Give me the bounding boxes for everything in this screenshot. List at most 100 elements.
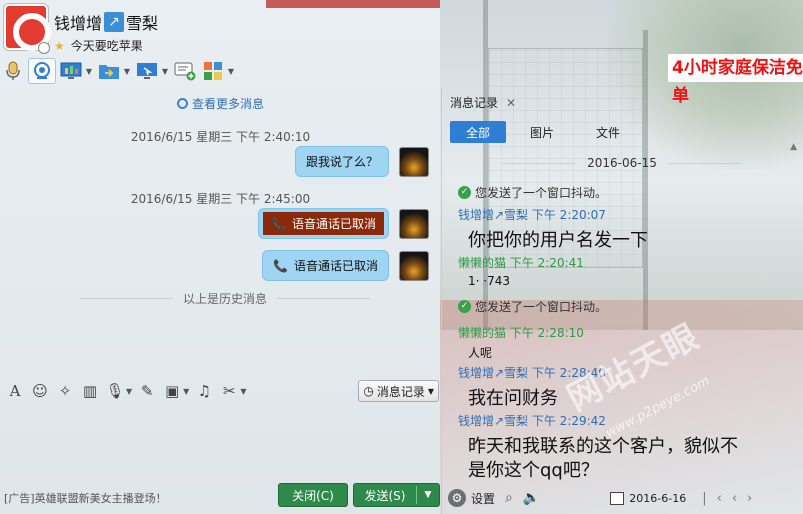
status-text: 今天要吃苹果 — [70, 39, 143, 53]
divider-line — [277, 298, 371, 299]
call-cancelled-bubble[interactable]: 📞 语音通话已取消 — [258, 208, 389, 239]
history-divider: 以上是历史消息 — [80, 290, 371, 307]
history-divider-text: 以上是历史消息 — [183, 292, 268, 306]
contact-remark: 雪梨 — [126, 14, 159, 33]
remote-assist-button[interactable]: ▼ — [134, 58, 170, 84]
avatar[interactable] — [399, 250, 429, 281]
chevron-down-icon[interactable]: ▼ — [126, 387, 132, 396]
contact-avatar[interactable] — [4, 4, 51, 54]
chevron-down-icon[interactable]: ▼ — [160, 67, 170, 76]
monitor-arrow-icon — [134, 59, 160, 83]
view-more-messages-link[interactable]: 查看更多消息 — [0, 95, 441, 112]
avatar[interactable] — [399, 146, 429, 177]
page-navigation[interactable]: |‹‹› — [702, 491, 762, 506]
shake-text: 您发送了一个窗口抖动。 — [475, 186, 608, 200]
scroll-up-arrow[interactable]: ▲ — [790, 142, 797, 152]
message-history-label: 消息记录 — [376, 384, 425, 399]
phone-icon: 📞 — [271, 216, 286, 231]
send-button[interactable]: 发送(S) ▼ — [353, 483, 440, 507]
history-message: 我在问财务 — [468, 388, 558, 409]
contact-title[interactable]: 钱增增 ↗ 雪梨 — [54, 10, 158, 34]
history-message: 人呢 — [468, 346, 493, 360]
tab-message-history[interactable]: 消息记录 ✕ — [450, 94, 516, 111]
date-text: 2016-06-15 — [587, 156, 657, 170]
call-status-text: 语音通话已取消 — [293, 259, 378, 273]
settings-link[interactable]: 设置 — [471, 490, 495, 507]
music-icon[interactable]: ♫ — [193, 380, 215, 402]
voice-message-icon[interactable]: 🎙 — [104, 380, 126, 402]
history-date[interactable]: 2016-6-16 — [629, 492, 686, 505]
calendar-icon[interactable] — [610, 491, 625, 505]
file-transfer-button[interactable]: ▼ — [96, 58, 132, 84]
chevron-down-icon[interactable]: ▼ — [122, 67, 132, 76]
arrow-up-right-icon: ↗ — [104, 12, 125, 32]
send-label: 发送(S) — [364, 488, 406, 503]
history-message: 昨天和我联系的这个客户，貌似不 — [468, 436, 738, 457]
screen-share-button[interactable]: ▼ — [58, 58, 94, 84]
clock-icon — [176, 98, 188, 109]
speaker-icon[interactable]: 🔈 — [523, 490, 540, 506]
message-input[interactable] — [0, 406, 441, 480]
voice-call-button[interactable] — [0, 58, 26, 84]
font-icon[interactable]: A — [4, 380, 26, 402]
filter-images[interactable]: 图片 — [512, 121, 572, 143]
history-message: 你把你的用户名发一下 — [468, 230, 648, 251]
image-icon[interactable]: ▣ — [161, 380, 183, 402]
message-bubble[interactable]: 跟我说了么？ — [294, 146, 389, 177]
ad-banner[interactable]: 4小时家庭保洁免单 — [668, 54, 803, 106]
chat-messages[interactable]: 查看更多消息 2016/6/15 星期三 下午 2:40:10 跟我说了么？ 2… — [0, 88, 441, 376]
search-icon[interactable]: ⌕ — [505, 490, 513, 506]
microphone-icon — [0, 59, 26, 83]
chevron-down-icon[interactable]: ▼ — [240, 387, 246, 396]
shake-notice: ✓ 您发送了一个窗口抖动。 — [458, 298, 607, 315]
tab-label: 消息记录 — [450, 96, 499, 110]
scissors-icon[interactable]: ✂ — [218, 380, 240, 402]
call-status-text: 语音通话已取消 — [291, 217, 376, 231]
history-filters: 全部 图片 文件 — [450, 121, 644, 143]
chevron-down-icon[interactable]: ▼ — [226, 67, 236, 76]
window-shake-icon[interactable]: ▥ — [79, 380, 101, 402]
history-sender: 钱增增↗雪梨 下午 2:20:07 — [458, 208, 606, 222]
apps-grid-icon — [200, 59, 226, 83]
gear-icon[interactable]: ⚙ — [448, 489, 466, 507]
message-timestamp: 2016/6/15 星期三 下午 2:45:00 — [130, 192, 311, 206]
history-panel-footer: ⚙ 设置 ⌕ 🔈 2016-6-16 |‹‹› — [442, 482, 803, 514]
chevron-down-icon[interactable]: ▼ — [183, 387, 189, 396]
more-messages-label: 查看更多消息 — [191, 97, 264, 111]
emoji-icon[interactable]: ☺ — [29, 380, 51, 402]
input-toolbar: A ☺ ✧ ▥ 🎙 ▼ ✎ ▣ ▼ ♫ ✂ ▼ ◷ 消息记录 ▼ — [0, 376, 441, 406]
message-row: 📞 语音通话已取消 — [258, 208, 429, 239]
contact-name: 钱增增 — [54, 14, 103, 33]
video-call-button[interactable] — [28, 58, 56, 84]
star-icon: ★ — [54, 38, 65, 53]
edit-icon[interactable]: ✎ — [136, 380, 158, 402]
shake-notice: ✓ 您发送了一个窗口抖动。 — [458, 184, 607, 201]
avatar[interactable] — [399, 208, 429, 239]
create-group-button[interactable] — [172, 58, 198, 84]
camera-icon — [29, 59, 55, 83]
footer-ad-link[interactable]: [广告]英雄联盟新美女主播登场！ — [4, 490, 167, 506]
phone-icon: 📞 — [273, 258, 288, 273]
app-center-button[interactable]: ▼ — [200, 58, 236, 84]
filter-all[interactable]: 全部 — [450, 121, 506, 143]
shake-text: 您发送了一个窗口抖动。 — [475, 300, 608, 314]
message-history-button[interactable]: ◷ 消息记录 ▼ — [358, 380, 439, 402]
filter-files[interactable]: 文件 — [578, 121, 638, 143]
close-button[interactable]: 关闭(C) — [278, 483, 348, 507]
close-icon[interactable]: ✕ — [506, 96, 516, 110]
history-message: 1· ·743 — [468, 274, 510, 288]
call-cancelled-bubble[interactable]: 📞 语音通话已取消 — [262, 250, 389, 281]
chevron-down-icon[interactable]: ▼ — [417, 490, 439, 500]
chevron-down-icon[interactable]: ▼ — [84, 67, 94, 76]
history-sender: 懒懒的猫 下午 2:28:10 — [458, 326, 584, 340]
chat-header: 钱增增 ↗ 雪梨 ★ 今天要吃苹果 4小时家庭保洁免单 ▼ ▼ ▼ ▼ — [0, 0, 803, 106]
divider-line — [502, 162, 576, 164]
chat-toolbar: ▼ ▼ ▼ ▼ — [0, 56, 238, 86]
monitor-chart-icon — [58, 59, 84, 83]
message-timestamp: 2016/6/15 星期三 下午 2:40:10 — [130, 130, 311, 144]
date-separator: 2016-06-15 — [502, 156, 742, 170]
magic-wand-icon[interactable]: ✧ — [54, 380, 76, 402]
history-panel: 消息记录 ✕ 全部 图片 文件 ▲ 2016-06-15 ✓ 您发送了一个窗口抖… — [441, 88, 803, 514]
history-message: 是你这个qq吧？ — [468, 460, 599, 481]
chevron-down-icon: ▼ — [427, 386, 434, 396]
